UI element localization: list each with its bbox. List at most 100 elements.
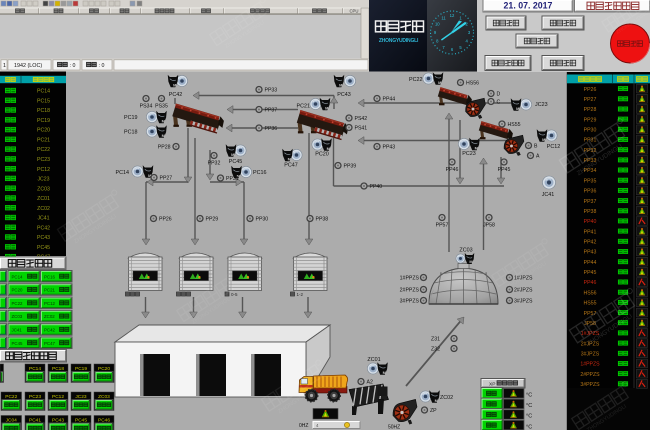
svg-text:PP57: PP57: [436, 223, 449, 229]
svg-text:PP27: PP27: [584, 97, 597, 103]
svg-text:ZC02: ZC02: [440, 395, 453, 401]
svg-text:ZP: ZP: [430, 408, 437, 414]
svg-text:°C: °C: [526, 424, 532, 430]
svg-text:Z32: Z32: [431, 347, 440, 353]
svg-text:PC22: PC22: [12, 301, 24, 306]
svg-text:PP26: PP26: [159, 216, 172, 222]
svg-text:3#JPZS: 3#JPZS: [581, 351, 600, 357]
svg-text:1: 1: [3, 63, 6, 69]
svg-text:ZC01: ZC01: [37, 196, 50, 202]
svg-text:JC23: JC23: [535, 102, 548, 108]
svg-text:XP: XP: [489, 382, 495, 388]
svg-text:PP39: PP39: [344, 163, 357, 169]
svg-text:2#JPZS: 2#JPZS: [514, 288, 533, 294]
svg-text:PP40: PP40: [370, 184, 383, 190]
svg-text:PC22: PC22: [37, 147, 50, 153]
svg-text:PC20: PC20: [37, 128, 50, 134]
svg-text:PP27: PP27: [160, 175, 173, 181]
svg-text:PC43: PC43: [37, 235, 50, 241]
svg-text:0HZ: 0HZ: [299, 423, 308, 429]
svg-text:HS56: HS56: [584, 290, 597, 296]
svg-text:PC14: PC14: [12, 274, 24, 279]
svg-text:PC23: PC23: [37, 157, 50, 163]
svg-text:PP33: PP33: [265, 87, 278, 93]
svg-text:M: M: [162, 119, 165, 124]
svg-text:PC21: PC21: [44, 288, 56, 293]
svg-text:A2: A2: [367, 379, 373, 385]
svg-text:Z31: Z31: [431, 337, 440, 343]
svg-text:1#PPZS: 1#PPZS: [400, 276, 420, 282]
svg-text:1-2: 1-2: [297, 292, 304, 297]
svg-text:PC20: PC20: [315, 152, 329, 158]
svg-text:PC23: PC23: [462, 151, 476, 157]
svg-text:°C: °C: [526, 403, 532, 409]
svg-text:M: M: [475, 145, 478, 150]
svg-text:PP29: PP29: [584, 117, 597, 123]
svg-text:PC15: PC15: [37, 98, 50, 104]
svg-text:PC21: PC21: [297, 104, 311, 110]
svg-text:PC19: PC19: [124, 115, 138, 121]
svg-text:PP28: PP28: [158, 144, 171, 150]
svg-text:: 0: : 0: [99, 63, 105, 69]
svg-text:JP58: JP58: [483, 223, 495, 229]
svg-text:M: M: [162, 133, 165, 138]
svg-text:PP35: PP35: [584, 178, 597, 184]
svg-text:PP37: PP37: [265, 107, 278, 113]
svg-text:PP45: PP45: [498, 167, 511, 173]
svg-text:PS42: PS42: [355, 116, 368, 122]
svg-text:°C: °C: [526, 414, 532, 420]
svg-text:PC42: PC42: [44, 328, 56, 333]
svg-text:A: A: [536, 153, 540, 159]
svg-text:M: M: [435, 398, 438, 403]
svg-text:0-5: 0-5: [231, 292, 238, 297]
svg-text:PP38: PP38: [316, 216, 329, 222]
svg-text:PP26: PP26: [584, 87, 597, 93]
svg-text:PP37: PP37: [584, 199, 597, 205]
svg-text:PC14: PC14: [116, 170, 130, 176]
svg-text:ZHONGYUDINGLI: ZHONGYUDINGLI: [379, 38, 419, 44]
svg-text:PS34: PS34: [140, 104, 153, 110]
svg-text:M: M: [231, 152, 234, 157]
svg-text:ZC03: ZC03: [12, 314, 23, 319]
svg-text:PC16: PC16: [44, 274, 56, 279]
svg-text:HS55: HS55: [508, 122, 521, 128]
svg-text:PC42: PC42: [37, 225, 50, 231]
svg-text:ZC02: ZC02: [44, 314, 55, 319]
svg-text:ZC01: ZC01: [367, 357, 380, 363]
svg-text:12: 12: [450, 13, 455, 18]
svg-text:PP36: PP36: [584, 189, 597, 195]
svg-text:PC12: PC12: [44, 301, 56, 306]
svg-text:PP29: PP29: [206, 216, 219, 222]
svg-text:PP38: PP38: [584, 209, 597, 215]
svg-text:M: M: [438, 80, 441, 85]
svg-text:ZC03: ZC03: [459, 248, 472, 254]
svg-text:PS41: PS41: [355, 125, 368, 131]
svg-text:PP30: PP30: [256, 216, 269, 222]
svg-text:3#PPZS: 3#PPZS: [400, 299, 420, 305]
svg-text:PC20: PC20: [12, 288, 24, 293]
svg-text:JC41: JC41: [37, 216, 49, 222]
svg-text:PP40: PP40: [584, 219, 597, 225]
svg-text:PC12: PC12: [547, 144, 561, 150]
svg-text:M: M: [327, 146, 330, 151]
svg-text:M: M: [383, 370, 386, 375]
svg-text:PP43: PP43: [584, 250, 597, 256]
svg-text:HS55: HS55: [584, 301, 597, 307]
svg-text:PC45: PC45: [37, 245, 50, 251]
svg-text:PC18: PC18: [37, 108, 50, 114]
svg-text:PP43: PP43: [383, 144, 396, 150]
svg-text:PC16: PC16: [253, 170, 267, 176]
svg-text:PP46: PP46: [584, 280, 597, 286]
svg-text:HS56: HS56: [466, 80, 479, 86]
svg-text:1942 (LOC): 1942 (LOC): [14, 63, 42, 69]
svg-text:D: D: [497, 91, 501, 97]
svg-text:10: 10: [435, 22, 440, 27]
svg-text:50HZ: 50HZ: [388, 425, 400, 430]
svg-text:PC47: PC47: [44, 341, 56, 346]
svg-text:M: M: [173, 83, 176, 88]
svg-text:PC12: PC12: [37, 167, 50, 173]
svg-text:PC14: PC14: [37, 89, 50, 95]
svg-text:B: B: [534, 143, 538, 149]
svg-text:ZC03: ZC03: [37, 186, 50, 192]
svg-text:PC21: PC21: [37, 137, 50, 143]
